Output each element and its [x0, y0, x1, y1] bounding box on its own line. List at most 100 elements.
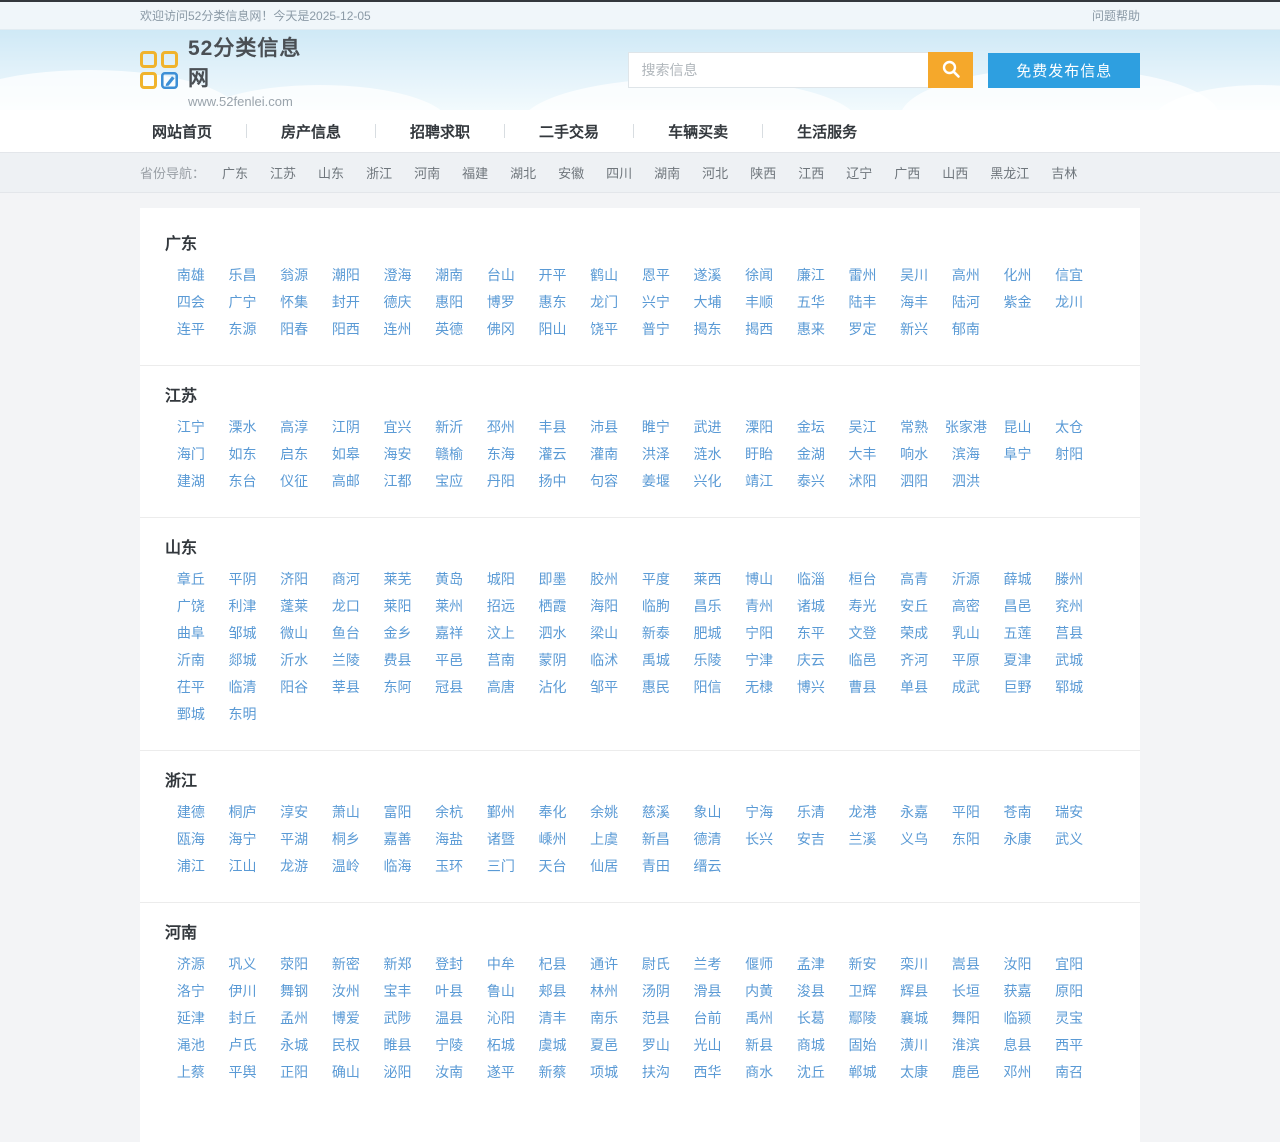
city-link[interactable]: 瓯海 — [165, 826, 217, 853]
city-link[interactable]: 海宁 — [217, 826, 269, 853]
city-link[interactable]: 余杭 — [423, 799, 475, 826]
city-link[interactable]: 遂溪 — [682, 262, 734, 289]
province-link[interactable]: 山西 — [942, 163, 968, 182]
city-link[interactable]: 淳安 — [268, 799, 320, 826]
search-input[interactable] — [628, 52, 928, 88]
city-link[interactable]: 阳信 — [682, 674, 734, 701]
city-link[interactable]: 上蔡 — [165, 1059, 217, 1086]
search-button[interactable] — [928, 52, 973, 88]
city-link[interactable]: 莒南 — [475, 647, 527, 674]
city-link[interactable]: 奉化 — [527, 799, 579, 826]
nav-item[interactable]: 网站首页 — [140, 121, 224, 142]
city-link[interactable]: 汝阳 — [992, 951, 1044, 978]
city-link[interactable]: 内黄 — [733, 978, 785, 1005]
city-link[interactable]: 恩平 — [630, 262, 682, 289]
city-link[interactable]: 商水 — [733, 1059, 785, 1086]
city-link[interactable]: 郏县 — [527, 978, 579, 1005]
city-link[interactable]: 浚县 — [785, 978, 837, 1005]
city-link[interactable]: 鄄城 — [165, 701, 217, 728]
city-link[interactable]: 澄海 — [372, 262, 424, 289]
city-link[interactable]: 薛城 — [992, 566, 1044, 593]
city-link[interactable]: 平阳 — [940, 799, 992, 826]
city-link[interactable]: 嵩县 — [940, 951, 992, 978]
city-link[interactable]: 汝南 — [423, 1059, 475, 1086]
city-link[interactable]: 如皋 — [320, 441, 372, 468]
city-link[interactable]: 临清 — [217, 674, 269, 701]
province-link[interactable]: 吉林 — [1051, 163, 1077, 182]
city-link[interactable]: 阳春 — [268, 316, 320, 343]
city-link[interactable]: 商城 — [785, 1032, 837, 1059]
city-link[interactable]: 沂南 — [165, 647, 217, 674]
city-link[interactable]: 大埔 — [682, 289, 734, 316]
city-link[interactable]: 宁陵 — [423, 1032, 475, 1059]
city-link[interactable]: 获嘉 — [992, 978, 1044, 1005]
city-link[interactable]: 桐乡 — [320, 826, 372, 853]
province-link[interactable]: 江西 — [798, 163, 824, 182]
city-link[interactable]: 平原 — [940, 647, 992, 674]
city-link[interactable]: 揭东 — [682, 316, 734, 343]
city-link[interactable]: 博山 — [733, 566, 785, 593]
city-link[interactable]: 偃师 — [733, 951, 785, 978]
city-link[interactable]: 高淳 — [268, 414, 320, 441]
city-link[interactable]: 宜阳 — [1043, 951, 1095, 978]
city-link[interactable]: 项城 — [578, 1059, 630, 1086]
nav-item[interactable]: 车辆买卖 — [656, 121, 740, 142]
nav-item[interactable]: 房产信息 — [269, 121, 353, 142]
province-link[interactable]: 河北 — [702, 163, 728, 182]
city-link[interactable]: 舞钢 — [268, 978, 320, 1005]
city-link[interactable]: 平阴 — [217, 566, 269, 593]
city-link[interactable]: 东阳 — [940, 826, 992, 853]
city-link[interactable]: 建湖 — [165, 468, 217, 495]
city-link[interactable]: 武义 — [1043, 826, 1095, 853]
city-link[interactable]: 新郑 — [372, 951, 424, 978]
post-info-button[interactable]: 免费发布信息 — [988, 53, 1140, 88]
nav-item[interactable]: 招聘求职 — [398, 121, 482, 142]
city-link[interactable]: 栖霞 — [527, 593, 579, 620]
city-link[interactable]: 汤阴 — [630, 978, 682, 1005]
city-link[interactable]: 台山 — [475, 262, 527, 289]
nav-item[interactable]: 二手交易 — [527, 121, 611, 142]
city-link[interactable]: 临邑 — [837, 647, 889, 674]
city-link[interactable]: 城阳 — [475, 566, 527, 593]
city-link[interactable]: 曲阜 — [165, 620, 217, 647]
city-link[interactable]: 海安 — [372, 441, 424, 468]
city-link[interactable]: 蓬莱 — [268, 593, 320, 620]
city-link[interactable]: 阳山 — [527, 316, 579, 343]
city-link[interactable]: 平湖 — [268, 826, 320, 853]
city-link[interactable]: 东海 — [475, 441, 527, 468]
city-link[interactable]: 滕州 — [1043, 566, 1095, 593]
city-link[interactable]: 西平 — [1043, 1032, 1095, 1059]
city-link[interactable]: 阜宁 — [992, 441, 1044, 468]
city-link[interactable]: 舞阳 — [940, 1005, 992, 1032]
city-link[interactable]: 丹阳 — [475, 468, 527, 495]
city-link[interactable]: 如东 — [217, 441, 269, 468]
city-link[interactable]: 延津 — [165, 1005, 217, 1032]
city-link[interactable]: 禹城 — [630, 647, 682, 674]
city-link[interactable]: 永嘉 — [888, 799, 940, 826]
city-link[interactable]: 广宁 — [217, 289, 269, 316]
city-link[interactable]: 德庆 — [372, 289, 424, 316]
city-link[interactable]: 潮阳 — [320, 262, 372, 289]
city-link[interactable]: 陆河 — [940, 289, 992, 316]
city-link[interactable]: 武进 — [682, 414, 734, 441]
city-link[interactable]: 宁海 — [733, 799, 785, 826]
city-link[interactable]: 嘉祥 — [423, 620, 475, 647]
city-link[interactable]: 寿光 — [837, 593, 889, 620]
city-link[interactable]: 杞县 — [527, 951, 579, 978]
city-link[interactable]: 邓州 — [992, 1059, 1044, 1086]
city-link[interactable]: 临海 — [372, 853, 424, 880]
city-link[interactable]: 梁山 — [578, 620, 630, 647]
city-link[interactable]: 文登 — [837, 620, 889, 647]
city-link[interactable]: 阳谷 — [268, 674, 320, 701]
province-link[interactable]: 广东 — [222, 163, 248, 182]
city-link[interactable]: 新安 — [837, 951, 889, 978]
city-link[interactable]: 宁阳 — [733, 620, 785, 647]
province-link[interactable]: 黑龙江 — [990, 163, 1029, 182]
city-link[interactable]: 莱州 — [423, 593, 475, 620]
city-link[interactable]: 叶县 — [423, 978, 475, 1005]
city-link[interactable]: 沈丘 — [785, 1059, 837, 1086]
city-link[interactable]: 平邑 — [423, 647, 475, 674]
city-link[interactable]: 卢氏 — [217, 1032, 269, 1059]
city-link[interactable]: 襄城 — [888, 1005, 940, 1032]
city-link[interactable]: 罗定 — [837, 316, 889, 343]
